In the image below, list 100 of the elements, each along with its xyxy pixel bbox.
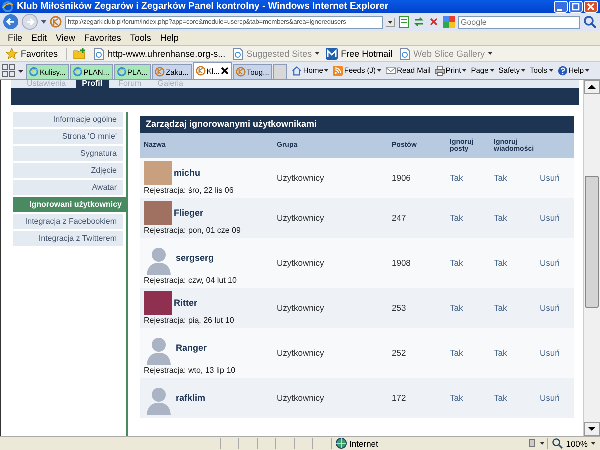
registration-date: Rejestracja: śro, 22 lis 06 [144,186,235,195]
sidebar-item[interactable]: Awatar [13,180,123,195]
registration-date: Rejestracja: czw, 04 lut 10 [144,276,238,285]
remove-link[interactable]: Usuń [540,258,574,268]
close-button[interactable] [584,0,598,12]
table-cell-text: Tak [450,348,464,358]
table-cell-text: Użytkownicy [277,258,326,268]
table-cell-text: 1908 [392,258,412,268]
favorites-button[interactable]: Favorites [4,48,68,60]
table-cell-text: Użytkownicy [277,348,326,358]
site-icon [50,16,62,28]
star-icon [6,48,18,60]
add-favorite-icon[interactable] [73,48,88,60]
username-link[interactable]: rafklim [176,393,206,403]
registration-date: Rejestracja: wto, 13 lip 10 [144,366,237,375]
search-field[interactable]: Google [458,16,580,28]
caret-icon [462,69,468,72]
remove-link[interactable]: Usuń [540,173,574,183]
table-cell-text: Tak [494,393,508,403]
menu-item[interactable]: Help [160,33,179,43]
site-tab[interactable]: Profil [76,80,109,88]
table-cell-text: Użytkownicy [277,173,326,183]
mail-logo-icon [326,48,338,60]
home-icon [292,66,302,76]
table-cell-text: Tak [450,393,464,403]
sidebar-item[interactable]: Integracja z Facebookiem [13,214,123,229]
close-icon[interactable] [220,67,229,75]
username-link[interactable]: Ritter [174,298,198,308]
registration-date: Rejestracja: pon, 01 cze 09 [144,226,242,235]
table-cell-text: Tak [494,213,508,223]
stop-icon[interactable] [428,16,440,28]
photo-placeholder [144,161,172,185]
caret-icon [590,442,596,445]
username-link[interactable]: sergserg [176,253,214,263]
zoom-button[interactable]: 100% [547,438,600,449]
globe-icon [336,438,347,449]
quick-tabs-icon[interactable] [2,64,16,78]
sidebar-item[interactable]: Integracja z Twitterem [13,231,123,246]
printer-icon [434,66,445,76]
caret-icon [324,69,330,72]
caret-icon [377,69,382,72]
remove-link[interactable]: Usuń [540,303,574,313]
compatibility-icon[interactable] [398,16,410,28]
sidebar-item[interactable]: Zdjęcie [13,163,123,178]
sidebar-item[interactable]: Sygnatura [13,146,123,161]
table-cell-text: Użytkownicy [277,303,326,313]
dropdown-arrow-icon[interactable] [41,20,47,24]
table-cell-text: 247 [392,213,408,223]
table-cell-text: Tak [494,173,508,183]
caret-icon [490,69,495,72]
remove-link[interactable]: Usuń [540,348,574,358]
favorites-link[interactable]: http-www.uhrenhanse.org-s... [93,48,226,60]
menu-item[interactable]: File [8,33,23,43]
photo-placeholder [144,291,172,315]
caret-icon [521,69,526,72]
registration-date: Rejestracja: pią, 26 lut 10 [144,316,236,325]
minimize-button[interactable] [554,0,568,12]
page-icon [93,48,106,60]
remove-link[interactable]: Usuń [540,393,574,403]
table-cell-text: 252 [392,348,408,358]
avatar-silhouette-icon [144,245,174,275]
menu-item[interactable]: View [56,33,76,43]
remove-link[interactable]: Usuń [540,213,574,223]
table-cell-text: 172 [392,393,408,403]
caret-icon [548,69,554,72]
menu-item[interactable]: Tools [130,33,152,43]
username-link[interactable]: Flieger [174,208,204,218]
refresh-icon[interactable] [413,16,425,28]
maximize-button[interactable] [569,0,583,12]
table-cell-text: Tak [450,303,464,313]
search-icon[interactable] [583,15,597,29]
sidebar-item[interactable]: Informacje ogólne [13,112,123,127]
sidebar-item[interactable]: Strona 'O mnie' [13,129,123,144]
scrollbar[interactable] [583,80,600,436]
window-title: Klub Miłośników Zegarów i Zegarków Panel kontrolny - Windows Internet Explorer [17,1,390,12]
table-cell-text: Tak [450,258,464,268]
site-icon [236,67,246,77]
sidebar-item[interactable]: Ignorowani użytkownicy [13,197,128,212]
photo-placeholder [144,201,172,225]
table-cell-text: Tak [494,303,508,313]
dropdown-arrow-icon[interactable] [386,18,395,26]
caret-icon [585,69,590,72]
envelope-icon [386,66,396,76]
caret-icon [488,52,493,55]
ie-logo-icon [2,0,14,12]
username-link[interactable]: michu [174,168,201,178]
security-zone: Internet [330,438,528,449]
caret-icon [315,52,320,55]
ie-logo-icon [72,67,83,77]
username-link[interactable]: Ranger [176,343,208,353]
feed-icon [333,66,344,76]
back-button[interactable] [3,14,19,30]
menu-item[interactable]: Favorites [84,33,122,43]
table-cell-text: Użytkownicy [277,213,326,223]
menu-item[interactable]: Edit [32,33,48,43]
favorites-link[interactable]: Free Hotmail [326,48,393,60]
protected-mode-icon[interactable] [528,438,546,449]
panel-title: Zarządzaj ignorowanymi użytkownikami [140,116,574,133]
table-cell-text: Tak [494,258,508,268]
table-cell-text: Użytkownicy [277,393,326,403]
